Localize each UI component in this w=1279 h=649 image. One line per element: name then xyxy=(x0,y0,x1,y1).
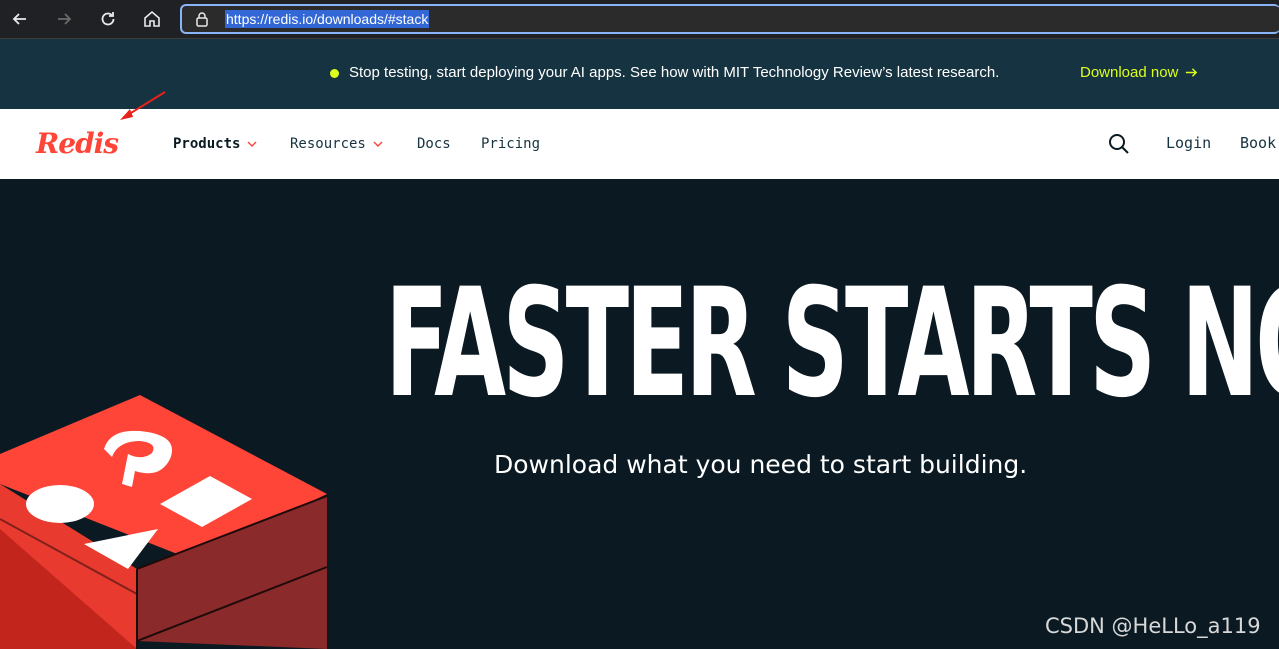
redis-cube-illustration xyxy=(0,395,328,649)
nav-docs-label: Docs xyxy=(417,136,451,152)
nav-pricing-label: Pricing xyxy=(481,136,541,152)
redis-logo[interactable]: Redis xyxy=(36,127,119,160)
login-link[interactable]: Login xyxy=(1166,134,1211,152)
nav-products[interactable]: Products xyxy=(173,136,258,152)
nav-products-label: Products xyxy=(173,136,241,152)
reload-button[interactable] xyxy=(94,5,122,33)
chevron-down-icon xyxy=(247,141,257,147)
arrow-left-icon xyxy=(12,13,26,25)
hero-subtitle: Download what you need to start building… xyxy=(494,450,1028,479)
back-button[interactable] xyxy=(6,5,34,33)
arrow-right-icon xyxy=(1186,68,1198,77)
url-text[interactable]: https://redis.io/downloads/#stack xyxy=(225,10,430,28)
forward-button[interactable] xyxy=(50,5,78,33)
search-icon[interactable] xyxy=(1107,132,1131,156)
home-button[interactable] xyxy=(138,5,166,33)
reload-icon xyxy=(101,12,115,26)
hero-section: FASTER STARTS NOW Download what you need… xyxy=(0,179,1279,649)
address-bar[interactable]: https://redis.io/downloads/#stack xyxy=(180,4,1279,34)
nav-docs[interactable]: Docs xyxy=(417,136,451,152)
banner-text: Stop testing, start deploying your AI ap… xyxy=(349,64,1000,81)
bullet-dot-icon xyxy=(330,69,339,78)
download-now-link[interactable]: Download now xyxy=(1080,64,1199,81)
download-now-label: Download now xyxy=(1080,64,1179,81)
annotation-arrow-icon xyxy=(120,91,166,120)
hero-title: FASTER STARTS NOW xyxy=(385,257,1279,431)
nav-resources[interactable]: Resources xyxy=(290,136,384,152)
book-meeting-link[interactable]: Book xyxy=(1240,134,1276,152)
site-header: Redis Products Resources Docs Pricing Lo… xyxy=(0,109,1279,179)
browser-toolbar: https://redis.io/downloads/#stack xyxy=(0,0,1279,39)
lock-icon xyxy=(196,12,208,27)
home-icon xyxy=(144,10,160,27)
announcement-banner: Stop testing, start deploying your AI ap… xyxy=(0,39,1279,109)
csdn-watermark: CSDN @HeLLo_a119 xyxy=(1045,614,1261,638)
chevron-down-icon xyxy=(373,141,383,147)
nav-pricing[interactable]: Pricing xyxy=(481,136,540,152)
arrow-right-icon xyxy=(58,13,72,25)
nav-resources-label: Resources xyxy=(290,136,366,152)
